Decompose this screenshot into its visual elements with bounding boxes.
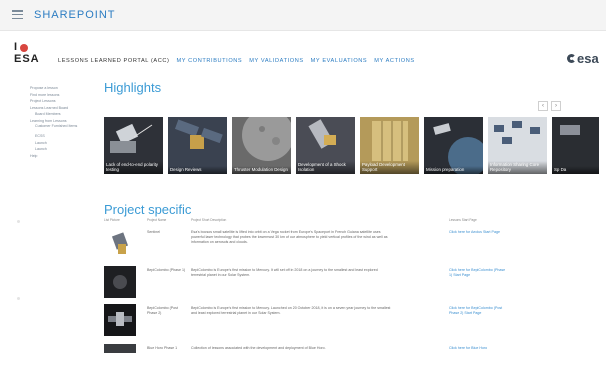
project-description: Esa's bocsos small satellite is lifted i… bbox=[191, 230, 388, 244]
highlight-tile[interactable]: Mission preparation bbox=[424, 117, 483, 174]
project-start-page-link[interactable]: Click here for BepiColombo (Post Phase 2… bbox=[449, 306, 509, 316]
highlights-carousel: Lack of end-to-end polarity testing Desi… bbox=[104, 117, 599, 174]
highlight-tile[interactable]: Design Reviews bbox=[168, 117, 227, 174]
highlight-caption: Mission preparation bbox=[424, 166, 483, 174]
sidebar-item-help[interactable]: Help bbox=[30, 153, 82, 160]
project-name: Blue Horo Phase 1 bbox=[147, 346, 178, 350]
highlight-tile[interactable]: Development of a Shock Isolation bbox=[296, 117, 355, 174]
column-header-name[interactable]: Project Name bbox=[147, 218, 166, 222]
project-specific-title: Project specific bbox=[104, 202, 192, 217]
waffle-menu-icon[interactable] bbox=[12, 10, 23, 20]
highlight-tile[interactable]: Payload Development Support bbox=[360, 117, 419, 174]
project-start-page-link[interactable]: Click here for Blue Horo bbox=[449, 346, 509, 351]
nav-my-evaluations[interactable]: MY EVALUATIONS bbox=[311, 58, 368, 64]
esa-logo-text: esa bbox=[577, 51, 599, 66]
quick-launch-sidebar: Propose a lesson Find more lessons Proje… bbox=[30, 85, 82, 159]
suite-title[interactable]: SHAREPOINT bbox=[34, 9, 116, 21]
carousel-next-button[interactable]: › bbox=[551, 101, 561, 111]
i-love-esa-logo[interactable]: I ESA bbox=[14, 42, 44, 72]
project-start-page-link[interactable]: Click here for Aeolus Start Page bbox=[449, 230, 509, 235]
project-table-header: List Picture Project Name Project Short … bbox=[104, 218, 596, 224]
top-navigation: LESSONS LEARNED PORTAL (ACC) MY CONTRIBU… bbox=[58, 58, 415, 64]
column-header-description[interactable]: Project Short Description bbox=[191, 218, 226, 222]
highlight-caption: Payload Development Support bbox=[360, 161, 419, 174]
project-start-page-link[interactable]: Click here for BepiColombo (Phase 1) Sta… bbox=[449, 268, 509, 278]
table-row: BepiColombo (Post Phase 2) BepiColombo i… bbox=[104, 304, 596, 338]
highlight-tile[interactable]: Thruster Modulation Design bbox=[232, 117, 291, 174]
project-description: BepiColombo is Europe's first mission to… bbox=[191, 306, 391, 315]
table-row: Blue Horo Phase 1 Collection of lessons … bbox=[104, 344, 596, 353]
highlight-tile[interactable]: Lack of end-to-end polarity testing bbox=[104, 117, 163, 174]
decorative-dot bbox=[17, 297, 20, 300]
sidebar-item-customer-furnished-items[interactable]: Customer Furnished Items bbox=[30, 124, 82, 133]
highlight-caption: Lack of end-to-end polarity testing bbox=[104, 161, 163, 174]
blue-horo-thumbnail-icon[interactable] bbox=[104, 344, 136, 376]
project-description: BepiColombo is Europe's first mission to… bbox=[191, 268, 378, 277]
logo-i: I bbox=[14, 41, 18, 53]
project-description: Collection of lessons associated with th… bbox=[191, 346, 326, 350]
nav-lessons-learned-portal[interactable]: LESSONS LEARNED PORTAL (ACC) bbox=[58, 58, 170, 64]
nav-my-actions[interactable]: MY ACTIONS bbox=[374, 58, 414, 64]
suite-bar: SHAREPOINT bbox=[0, 0, 606, 31]
highlight-tile[interactable]: Information Sharing Core Repository bbox=[488, 117, 547, 174]
carousel-prev-button[interactable]: ‹ bbox=[538, 101, 548, 111]
decorative-dot bbox=[17, 220, 20, 223]
esa-swirl-icon bbox=[567, 54, 576, 63]
highlight-caption: Information Sharing Core Repository bbox=[488, 161, 547, 174]
bepicolombo-thumbnail-icon[interactable] bbox=[104, 266, 136, 298]
table-row: Sentinel Esa's bocsos small satellite is… bbox=[104, 228, 596, 262]
highlight-caption: Design Reviews bbox=[168, 166, 227, 174]
bepicolombo-spacecraft-thumbnail-icon[interactable] bbox=[104, 304, 136, 336]
highlight-caption: Thruster Modulation Design bbox=[232, 166, 291, 174]
column-header-picture[interactable]: List Picture bbox=[104, 218, 120, 222]
project-name: BepiColombo (Phase 1) bbox=[147, 268, 186, 272]
project-name: Sentinel bbox=[147, 230, 160, 234]
project-name: BepiColombo (Post Phase 2) bbox=[147, 306, 178, 315]
highlights-title: Highlights bbox=[104, 80, 162, 95]
highlight-caption: Sp Da bbox=[552, 166, 599, 174]
nav-my-validations[interactable]: MY VALIDATIONS bbox=[249, 58, 303, 64]
esa-brand-logo: esa bbox=[567, 51, 599, 66]
aeolus-thumbnail-icon[interactable] bbox=[104, 228, 136, 260]
highlight-caption: Development of a Shock Isolation bbox=[296, 161, 355, 174]
nav-my-contributions[interactable]: MY CONTRIBUTIONS bbox=[177, 58, 243, 64]
column-header-start-page[interactable]: Lessons Start Page bbox=[449, 218, 477, 222]
highlight-tile[interactable]: Sp Da bbox=[552, 117, 599, 174]
table-row: BepiColombo (Phase 1) BepiColombo is Eur… bbox=[104, 266, 596, 300]
heart-icon bbox=[20, 43, 29, 52]
logo-esa: ESA bbox=[14, 53, 40, 65]
